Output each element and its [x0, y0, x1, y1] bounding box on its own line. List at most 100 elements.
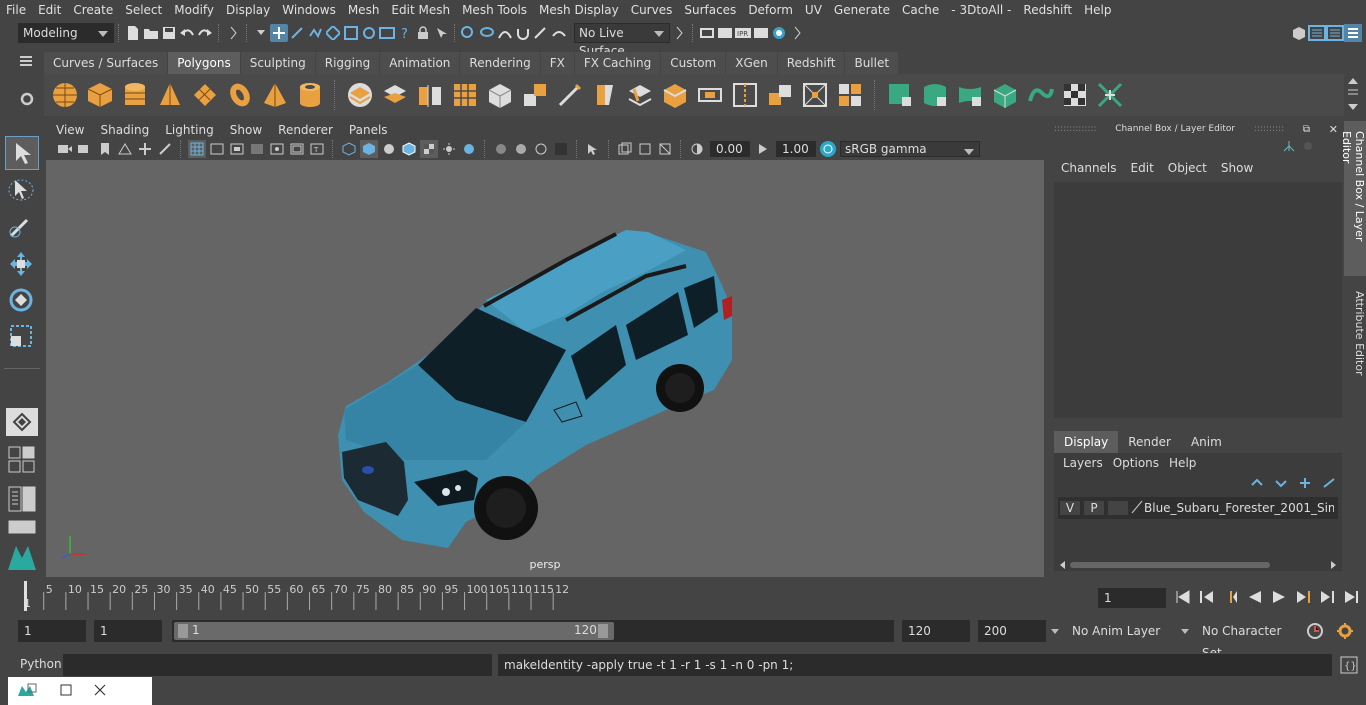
soft-select-icon[interactable]: [550, 24, 568, 42]
playback-end-field[interactable]: 120: [902, 620, 970, 642]
side-tab-attribute-editor[interactable]: Attribute Editor: [1344, 285, 1366, 380]
shelf-tab-fx-caching[interactable]: FX Caching: [574, 52, 661, 74]
field-chart-icon[interactable]: [268, 140, 286, 158]
gate-mask-icon[interactable]: [248, 140, 266, 158]
snap-curve-icon[interactable]: [342, 24, 360, 42]
poly-sphere-icon[interactable]: [50, 80, 80, 110]
default-material-icon[interactable]: [380, 140, 398, 158]
layout-four-icon[interactable]: [8, 486, 36, 515]
select-tool-icon[interactable]: [5, 136, 39, 170]
menu-mesh[interactable]: Mesh: [342, 0, 386, 20]
open-scene-icon[interactable]: [142, 24, 160, 42]
select-by-object-icon[interactable]: [288, 24, 306, 42]
checker-uv-icon[interactable]: [1060, 80, 1090, 110]
chevron-down-icon[interactable]: [1050, 625, 1060, 639]
smooth-icon[interactable]: [415, 80, 445, 110]
menu-cache[interactable]: Cache: [896, 0, 945, 20]
scale-tool-icon[interactable]: [7, 322, 35, 353]
layer-tab-anim[interactable]: Anim: [1181, 431, 1232, 453]
layer-menu-layers[interactable]: Layers: [1058, 456, 1108, 470]
layout-outliner-icon[interactable]: [8, 520, 36, 537]
maximize-icon[interactable]: [60, 684, 72, 699]
new-layer-selected-icon[interactable]: [1322, 477, 1336, 492]
bridge-icon[interactable]: [625, 80, 655, 110]
fill-hole-icon[interactable]: [660, 80, 690, 110]
range-slider[interactable]: 1 120: [172, 620, 894, 642]
shelf-tab-fx[interactable]: FX: [540, 52, 574, 74]
depth-of-field-icon[interactable]: [552, 140, 570, 158]
poly-pyramid-icon[interactable]: [260, 80, 290, 110]
time-slider[interactable]: 5 10 15 20 25 30 35 40 45 50 55 60 65 70 75 80 85 90 95 100…: [0, 580, 1366, 616]
go-to-start-icon[interactable]: [1174, 588, 1192, 606]
channel-box-list[interactable]: [1054, 182, 1342, 418]
resolution-gate-icon[interactable]: [228, 140, 246, 158]
exposure-icon[interactable]: [688, 140, 706, 158]
vp-menu-show[interactable]: Show: [222, 121, 270, 139]
render-frame-icon[interactable]: [716, 24, 734, 42]
symmetry-icon[interactable]: [432, 24, 450, 42]
range-slider-handle[interactable]: [174, 622, 614, 640]
bevel-icon[interactable]: [590, 80, 620, 110]
layer-row[interactable]: V P Blue_Subaru_Forester_2001_Simple_In: [1058, 497, 1338, 519]
go-to-end-icon[interactable]: [1342, 588, 1360, 606]
step-back-frame-icon[interactable]: [1222, 588, 1240, 606]
textured-icon[interactable]: [420, 140, 438, 158]
anti-aliasing-icon[interactable]: [532, 140, 550, 158]
move-layer-down-icon[interactable]: [1274, 477, 1288, 492]
xray-icon[interactable]: [616, 140, 634, 158]
poly-plane-icon[interactable]: [190, 80, 220, 110]
layer-menu-options[interactable]: Options: [1108, 456, 1164, 470]
layer-tab-render[interactable]: Render: [1118, 431, 1181, 453]
extrude-icon[interactable]: [520, 80, 550, 110]
close-window-icon[interactable]: [94, 684, 106, 699]
layer-menu-help[interactable]: Help: [1164, 456, 1201, 470]
cb-menu-object[interactable]: Object: [1161, 161, 1214, 175]
color-space-select[interactable]: sRGB gamma: [840, 141, 980, 157]
menu-display[interactable]: Display: [220, 0, 276, 20]
cylindrical-uv-icon[interactable]: [920, 80, 950, 110]
modeling-toolkit-icon[interactable]: [1308, 24, 1326, 42]
separate-icon[interactable]: [380, 80, 410, 110]
gamma-field[interactable]: 1.00: [776, 141, 816, 157]
use-all-lights-icon[interactable]: [440, 140, 458, 158]
anim-layer-select[interactable]: No Anim Layer: [1066, 620, 1190, 642]
menu-deform[interactable]: Deform: [742, 0, 799, 20]
vp-menu-shading[interactable]: Shading: [92, 121, 157, 139]
poly-pipe-icon[interactable]: [295, 80, 325, 110]
poly-torus-icon[interactable]: [225, 80, 255, 110]
menu-uv[interactable]: UV: [799, 0, 828, 20]
layer-color-swatch[interactable]: [1108, 501, 1128, 515]
isolate-select-icon[interactable]: [584, 140, 602, 158]
shelf-scroll[interactable]: [1346, 76, 1360, 112]
lasso-icon[interactable]: [478, 24, 496, 42]
lasso-tool-icon[interactable]: [7, 176, 35, 207]
xray-joints-icon[interactable]: [636, 140, 654, 158]
chevron-right-icon[interactable]: [788, 24, 806, 42]
gamma-icon[interactable]: [754, 140, 772, 158]
snap-grid-icon[interactable]: [324, 24, 342, 42]
automatic-uv-icon[interactable]: [990, 80, 1020, 110]
mode-selector[interactable]: Modeling: [18, 23, 114, 43]
grease-pencil-icon[interactable]: [156, 140, 174, 158]
poly-cube-icon[interactable]: [85, 80, 115, 110]
shadows-icon[interactable]: [460, 140, 478, 158]
play-backward-icon[interactable]: [1246, 588, 1264, 606]
menu-redshift[interactable]: Redshift: [1017, 0, 1078, 20]
vp-menu-panels[interactable]: Panels: [341, 121, 396, 139]
menu-edit[interactable]: Edit: [32, 0, 67, 20]
panel-grip-icon[interactable]: ::::::::::::::: [1054, 124, 1096, 134]
attribute-editor-toggle-icon[interactable]: [1326, 24, 1344, 42]
shelf-tab-sculpting[interactable]: Sculpting: [240, 52, 315, 74]
rotate-tool-icon[interactable]: [7, 286, 35, 317]
smooth-shade-icon[interactable]: [360, 140, 378, 158]
layer-name[interactable]: Blue_Subaru_Forester_2001_Simple_In: [1144, 501, 1334, 515]
cb-menu-show[interactable]: Show: [1214, 161, 1260, 175]
gear-icon[interactable]: [20, 92, 34, 109]
layer-tab-display[interactable]: Display: [1054, 431, 1119, 453]
shelf-tab-redshift[interactable]: Redshift: [777, 52, 845, 74]
safe-title-icon[interactable]: T: [308, 140, 326, 158]
menu-help[interactable]: Help: [1078, 0, 1117, 20]
planar-uv-icon[interactable]: [885, 80, 915, 110]
side-tab-channel-box[interactable]: Channel Box / Layer Editor: [1340, 121, 1366, 276]
preferences-icon[interactable]: [1336, 622, 1354, 643]
